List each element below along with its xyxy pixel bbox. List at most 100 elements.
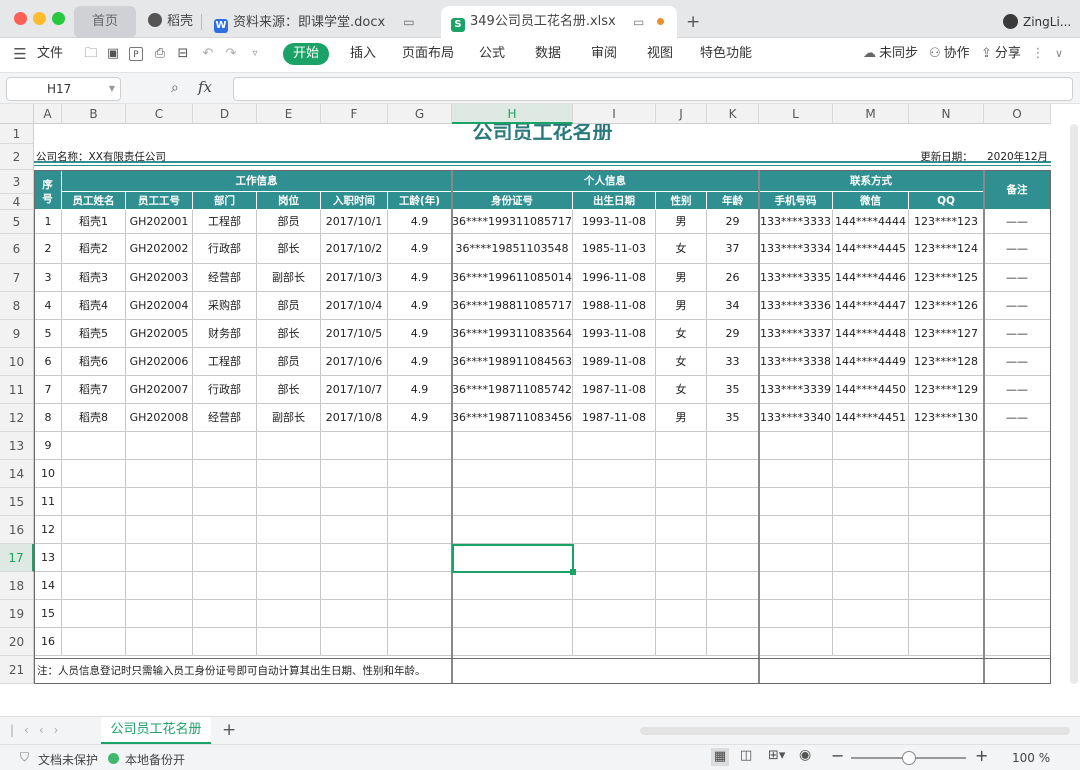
add-sheet-button[interactable]: + — [222, 720, 236, 740]
user-account[interactable]: ZingLi... — [1003, 6, 1071, 38]
header-10: 年龄 — [707, 192, 759, 210]
column-header-h[interactable]: H — [452, 104, 573, 124]
table-cell — [984, 572, 1051, 600]
horizontal-scrollbar[interactable] — [640, 727, 1070, 735]
row-header-5[interactable]: 5 — [0, 210, 34, 234]
table-cell: 123****124 — [909, 234, 984, 264]
menu-start[interactable]: 开始 — [283, 43, 329, 65]
eye-icon[interactable]: ◉ — [799, 747, 811, 763]
grid-view-icon[interactable]: ▦ — [711, 748, 729, 766]
save-icon[interactable]: ▣ — [106, 47, 120, 61]
column-header-e[interactable]: E — [257, 104, 321, 124]
page-view-icon[interactable]: ◫ — [740, 748, 752, 763]
column-header-n[interactable]: N — [909, 104, 984, 124]
table-cell: GH202004 — [126, 292, 193, 320]
menu-formula[interactable]: 公式 — [479, 38, 505, 70]
row-header-16[interactable]: 16 — [0, 516, 34, 544]
zoom-slider-handle[interactable] — [902, 751, 916, 765]
row-header-14[interactable]: 14 — [0, 460, 34, 488]
row-header-2[interactable]: 2 — [0, 144, 34, 170]
sheet-tab-active[interactable]: 公司员工花名册 — [101, 717, 211, 744]
collapse-ribbon-icon[interactable]: ∨ — [1052, 47, 1066, 61]
row-header-9[interactable]: 9 — [0, 320, 34, 348]
row-header-4[interactable]: 4 — [0, 194, 34, 210]
menu-data[interactable]: 数据 — [535, 38, 561, 70]
column-header-d[interactable]: D — [193, 104, 257, 124]
column-header-g[interactable]: G — [388, 104, 452, 124]
sync-status[interactable]: ☁ 未同步 — [863, 38, 918, 70]
zoom-minus-icon[interactable]: − — [831, 746, 844, 765]
fill-handle[interactable] — [570, 569, 576, 575]
menu-page-layout[interactable]: 页面布局 — [402, 38, 454, 70]
row-header-18[interactable]: 18 — [0, 572, 34, 600]
close-window-icon[interactable] — [14, 12, 27, 25]
tab-xlsx-file[interactable]: S 349公司员工花名册.xlsx ▭ — [441, 6, 677, 38]
minimize-window-icon[interactable] — [33, 12, 46, 25]
tab-home[interactable]: 首页 — [74, 6, 136, 38]
row-header-11[interactable]: 11 — [0, 376, 34, 404]
formula-input[interactable] — [233, 77, 1073, 101]
column-header-m[interactable]: M — [833, 104, 909, 124]
column-header-i[interactable]: I — [573, 104, 656, 124]
column-header-o[interactable]: O — [984, 104, 1051, 124]
selected-cell-h17[interactable] — [452, 544, 574, 573]
table-cell — [833, 432, 909, 460]
zoom-level[interactable]: 100 % — [1012, 751, 1050, 765]
zoom-search-icon[interactable]: ⌕ — [171, 80, 179, 96]
doc-protect-status[interactable]: 文档未保护 — [38, 751, 98, 768]
select-all-corner[interactable] — [0, 104, 34, 124]
preview-icon[interactable]: ⊟ — [176, 47, 190, 61]
new-tab-button[interactable]: + — [686, 6, 700, 38]
menu-file[interactable]: 文件 — [37, 38, 63, 70]
zoom-plus-icon[interactable]: + — [975, 746, 988, 765]
cell-name-box[interactable]: H17 ▼ — [6, 77, 121, 101]
column-header-k[interactable]: K — [707, 104, 759, 124]
collab-button[interactable]: ⚇ 协作 — [929, 38, 970, 70]
column-header-b[interactable]: B — [62, 104, 126, 124]
table-cell: 35 — [707, 404, 759, 432]
row-header-15[interactable]: 15 — [0, 488, 34, 516]
row-header-20[interactable]: 20 — [0, 628, 34, 656]
column-header-a[interactable]: A — [34, 104, 62, 124]
redo-icon[interactable]: ↷ — [224, 47, 238, 61]
row-header-3[interactable]: 3 — [0, 170, 34, 194]
split-view-icon[interactable]: ⊞▾ — [768, 748, 785, 763]
open-folder-icon[interactable]: 🗀 — [84, 47, 98, 61]
menu-view[interactable]: 视图 — [647, 38, 673, 70]
quick-access-dropdown-icon[interactable]: ▿ — [248, 47, 262, 61]
menu-insert[interactable]: 插入 — [350, 38, 376, 70]
maximize-window-icon[interactable] — [52, 12, 65, 25]
print-icon[interactable]: ⎙ — [153, 47, 167, 61]
pdf-icon[interactable]: P — [129, 47, 143, 61]
row-header-10[interactable]: 10 — [0, 348, 34, 376]
column-header-l[interactable]: L — [759, 104, 833, 124]
table-cell: 15 — [34, 600, 62, 628]
fx-icon[interactable]: fx — [198, 78, 212, 96]
row-header-13[interactable]: 13 — [0, 432, 34, 460]
row-header-12[interactable]: 12 — [0, 404, 34, 432]
local-backup-status[interactable]: 本地备份开 — [125, 751, 185, 768]
column-header-c[interactable]: C — [126, 104, 193, 124]
undo-icon[interactable]: ↶ — [201, 47, 215, 61]
menu-hamburger-icon[interactable]: ☰ — [13, 47, 27, 62]
row-header-17[interactable]: 17 — [0, 544, 34, 572]
avatar — [1003, 14, 1018, 29]
row-header-1[interactable]: 1 — [0, 124, 34, 144]
menu-review[interactable]: 审阅 — [591, 38, 617, 70]
column-header-f[interactable]: F — [321, 104, 388, 124]
table-cell: 2017/10/2 — [321, 234, 388, 264]
row-header-21[interactable]: 21 — [0, 656, 34, 684]
more-icon[interactable]: ⋮ — [1031, 47, 1045, 61]
tab-doc-file[interactable]: W 资料来源：即课学堂.docx ▭ — [214, 6, 415, 38]
table-cell: 1 — [34, 210, 62, 234]
row-header-7[interactable]: 7 — [0, 264, 34, 292]
vertical-scrollbar[interactable] — [1070, 124, 1078, 684]
tab-docer[interactable]: 稻壳 — [148, 6, 193, 38]
row-header-8[interactable]: 8 — [0, 292, 34, 320]
column-header-j[interactable]: J — [656, 104, 707, 124]
row-header-6[interactable]: 6 — [0, 234, 34, 264]
share-button[interactable]: ⇪ 分享 — [981, 38, 1021, 70]
menu-special[interactable]: 特色功能 — [700, 38, 752, 70]
row-header-19[interactable]: 19 — [0, 600, 34, 628]
sheet-nav-arrows-icon[interactable]: |‹‹› — [10, 723, 68, 737]
